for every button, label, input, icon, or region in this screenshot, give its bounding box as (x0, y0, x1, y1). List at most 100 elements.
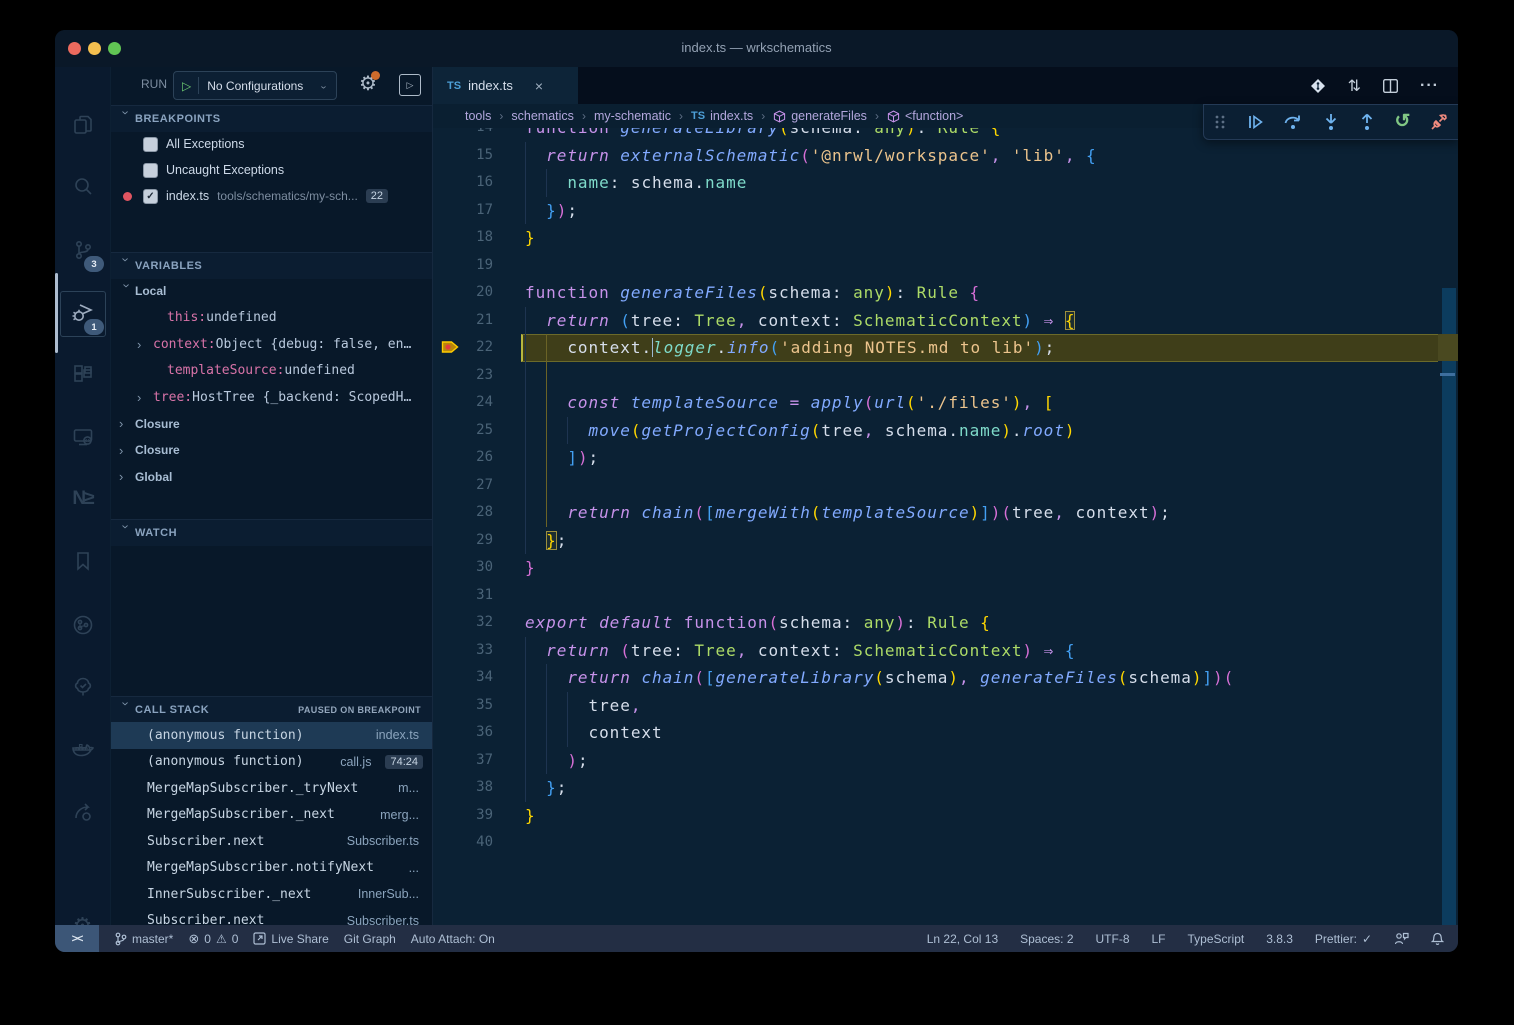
scrollbar[interactable] (1438, 67, 1458, 925)
line-number[interactable]: 31 (433, 582, 493, 610)
line-number[interactable]: 21 (433, 307, 493, 335)
breadcrumb-item[interactable]: my-schematic (594, 109, 671, 123)
call-stack-frame[interactable]: MergeMapSubscriber._tryNextm... (111, 775, 433, 802)
variables-section-header[interactable]: › VARIABLES (111, 252, 433, 279)
activity-live-share[interactable] (55, 789, 110, 837)
breadcrumb-item[interactable]: schematics (511, 109, 574, 123)
status-live-share[interactable]: Live Share (253, 932, 328, 946)
gitlens-icon[interactable] (1310, 78, 1326, 94)
line-number[interactable]: 15 (433, 142, 493, 170)
watch-section-header[interactable]: › WATCH (111, 519, 433, 546)
status-git-graph[interactable]: Git Graph (344, 932, 396, 946)
line-number[interactable]: 33 (433, 637, 493, 665)
activity-search[interactable] (55, 163, 110, 211)
code-line-24[interactable]: 24 const templateSource = apply(url('./f… (433, 389, 1458, 417)
step-over-icon[interactable] (1283, 113, 1303, 131)
code-line-27[interactable]: 27 (433, 472, 1458, 500)
status-prettier[interactable]: Prettier:✓ (1315, 932, 1372, 946)
line-number[interactable]: 32 (433, 609, 493, 637)
code-line-37[interactable]: 37 ); (433, 747, 1458, 775)
code-line-36[interactable]: 36 context (433, 719, 1458, 747)
code-line-26[interactable]: 26 ]); (433, 444, 1458, 472)
close-tab-icon[interactable]: × (535, 78, 543, 94)
code-line-30[interactable]: 30} (433, 554, 1458, 582)
remote-indicator[interactable]: >< (55, 925, 99, 952)
breakpoint-row[interactable]: ✓index.tstools/schematics/my-sch...22 (111, 183, 433, 209)
line-number[interactable]: 28 (433, 499, 493, 527)
status-problems[interactable]: ⊗0⚠0 (188, 931, 238, 947)
code-editor[interactable]: 14function generateLibrary(schema: any):… (433, 67, 1458, 925)
breadcrumb-item[interactable]: generateFiles (773, 109, 867, 123)
variable-scope-row[interactable]: ›Closure (111, 437, 433, 463)
scrollbar-slider[interactable] (1442, 288, 1456, 925)
breakpoint-row[interactable]: All Exceptions (111, 131, 433, 157)
breakpoint-row[interactable]: Uncaught Exceptions (111, 157, 433, 183)
code-line-31[interactable]: 31 (433, 582, 1458, 610)
compare-changes-icon[interactable]: ⇅ (1348, 76, 1361, 96)
variable-row[interactable]: this: undefined (111, 305, 433, 331)
launch-configuration-dropdown[interactable]: ▷ No Configurations ⌄ (173, 71, 337, 100)
activity-git-graph[interactable] (55, 601, 110, 649)
line-number[interactable]: 26 (433, 444, 493, 472)
status-indentation[interactable]: Spaces: 2 (1020, 932, 1073, 946)
code-line-15[interactable]: 15 return externalSchematic('@nrwl/works… (433, 142, 1458, 170)
activity-bookmarks[interactable] (55, 537, 110, 585)
line-number[interactable]: 22 (433, 334, 493, 362)
status-eol[interactable]: LF (1152, 932, 1166, 946)
line-number[interactable]: 18 (433, 224, 493, 252)
line-number[interactable]: 39 (433, 802, 493, 830)
more-actions-icon[interactable]: ··· (1420, 77, 1439, 95)
breakpoint-checkbox[interactable] (143, 137, 158, 152)
line-number[interactable]: 29 (433, 527, 493, 555)
code-line-25[interactable]: 25 move(getProjectConfig(tree, schema.na… (433, 417, 1458, 445)
code-line-20[interactable]: 20function generateFiles(schema: any): R… (433, 279, 1458, 307)
open-debug-console-button[interactable]: ▷ (399, 74, 421, 96)
activity-run-and-debug[interactable]: 1 (55, 289, 110, 337)
activity-explorer[interactable] (55, 101, 110, 149)
activity-extensions[interactable] (55, 351, 110, 399)
status-language-mode[interactable]: TypeScript (1188, 932, 1245, 946)
code-line-39[interactable]: 39} (433, 802, 1458, 830)
call-stack-frame[interactable]: (anonymous function)index.ts (111, 722, 433, 749)
status-notifications[interactable] (1431, 932, 1444, 946)
code-line-29[interactable]: 29 }; (433, 527, 1458, 555)
variable-row[interactable]: templateSource: undefined (111, 358, 433, 384)
breakpoint-checkbox[interactable] (143, 163, 158, 178)
split-editor-icon[interactable] (1383, 79, 1398, 93)
line-number[interactable]: 34 (433, 664, 493, 692)
disconnect-icon[interactable] (1430, 113, 1448, 131)
call-stack-frame[interactable]: (anonymous function)call.js74:24 (111, 749, 433, 776)
line-number[interactable]: 27 (433, 472, 493, 500)
continue-icon[interactable] (1246, 113, 1264, 131)
status-git-branch[interactable]: master* (114, 932, 173, 946)
code-line-18[interactable]: 18} (433, 224, 1458, 252)
variable-row[interactable]: ›context: Object {debug: false, en… (111, 331, 433, 357)
line-number[interactable]: 25 (433, 417, 493, 445)
variable-scope-row[interactable]: ›Local (111, 278, 433, 304)
call-stack-section-header[interactable]: › CALL STACK PAUSED ON BREAKPOINT (111, 696, 433, 723)
line-number[interactable]: 24 (433, 389, 493, 417)
line-number[interactable]: 23 (433, 362, 493, 390)
activity-source-control[interactable]: 3 (55, 226, 110, 274)
status-auto-attach[interactable]: Auto Attach: On (411, 932, 495, 946)
title-bar[interactable]: index.ts — wrkschematics (55, 30, 1458, 67)
call-stack-frame[interactable]: MergeMapSubscriber._nextmerg... (111, 802, 433, 829)
line-number[interactable]: 35 (433, 692, 493, 720)
line-number[interactable]: 40 (433, 829, 493, 857)
tab-index-ts[interactable]: TS index.ts × (433, 67, 578, 104)
activity-remote-explorer[interactable] (55, 413, 110, 461)
breakpoints-section-header[interactable]: › BREAKPOINTS (111, 105, 433, 132)
code-line-17[interactable]: 17 }); (433, 197, 1458, 225)
variable-row[interactable]: ›tree: HostTree {_backend: ScopedH… (111, 384, 433, 410)
code-line-21[interactable]: 21 return (tree: Tree, context: Schemati… (433, 307, 1458, 335)
code-line-33[interactable]: 33 return (tree: Tree, context: Schemati… (433, 637, 1458, 665)
breadcrumb-item[interactable]: tools (465, 109, 491, 123)
line-number[interactable]: 38 (433, 774, 493, 802)
code-line-28[interactable]: 28 return chain([mergeWith(templateSourc… (433, 499, 1458, 527)
code-line-19[interactable]: 19 (433, 252, 1458, 280)
variable-scope-row[interactable]: ›Global (111, 464, 433, 490)
start-debugging-icon[interactable]: ▷ (182, 79, 191, 93)
breadcrumb-item[interactable]: TSindex.ts (691, 109, 753, 123)
variable-scope-row[interactable]: ›Closure (111, 411, 433, 437)
code-line-23[interactable]: 23 (433, 362, 1458, 390)
